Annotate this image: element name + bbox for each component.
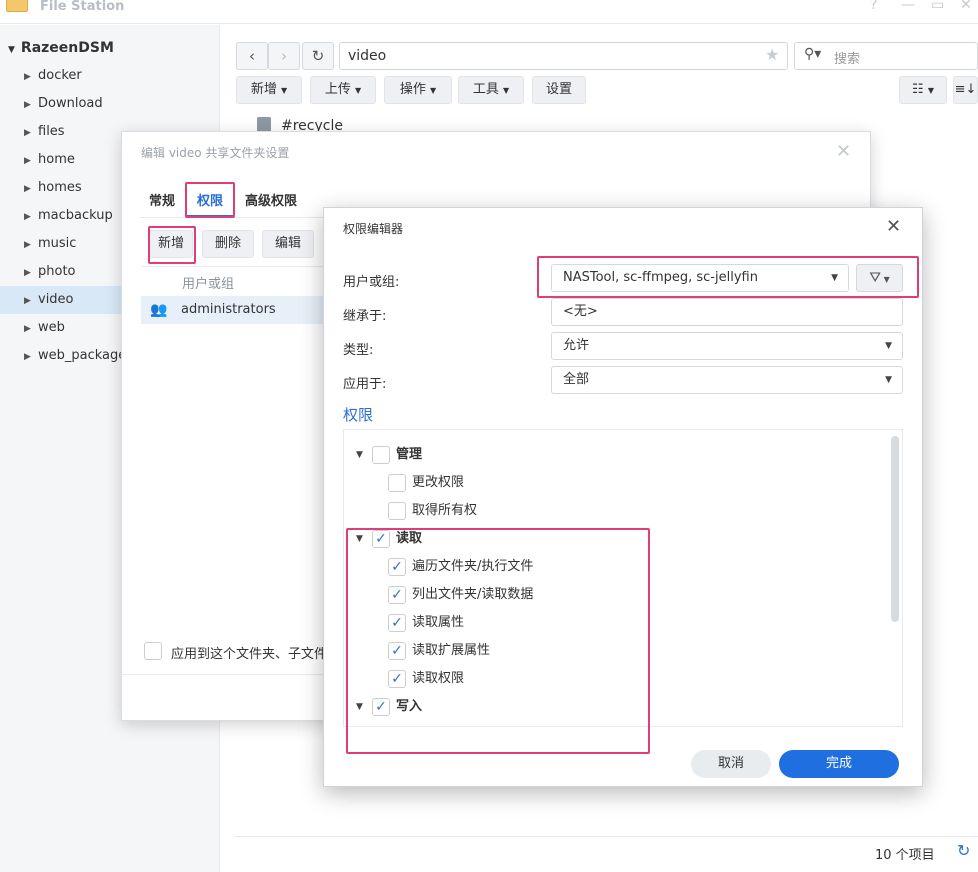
perm-item[interactable]: 更改权限 — [388, 473, 464, 493]
path-input[interactable]: video — [339, 42, 788, 70]
apply-to-label: 应用于: — [343, 377, 387, 392]
done-button[interactable]: 完成 — [779, 750, 899, 778]
close-icon[interactable]: ✕ — [836, 141, 851, 162]
app-title: File Station — [40, 0, 125, 14]
checkbox[interactable] — [372, 446, 390, 464]
star-icon[interactable]: ★ — [765, 45, 779, 64]
trash-icon — [257, 117, 271, 132]
search-input[interactable] — [794, 42, 978, 70]
dropdown-arrow-icon: ▼ — [281, 86, 288, 95]
perm-group-admin[interactable]: ▼ 管理 — [356, 445, 422, 465]
highlight-box — [185, 182, 235, 218]
caret-down-icon: ▼ — [8, 45, 15, 55]
forward-button[interactable]: › — [268, 42, 300, 70]
user-group-label: 用户或组: — [343, 275, 400, 290]
caret-right-icon: ▶ — [24, 100, 31, 110]
tab-advanced-permissions[interactable]: 高级权限 — [245, 190, 297, 209]
user-group-icon: 👥 — [150, 302, 168, 318]
caret-right-icon: ▶ — [24, 352, 31, 362]
caret-down-icon: ▼ — [356, 450, 363, 460]
action-button[interactable]: 操作 ▼ — [384, 76, 452, 104]
caret-right-icon: ▶ — [24, 296, 31, 306]
type-select[interactable]: 允许 ▼ — [551, 332, 903, 360]
dropdown-arrow-icon: ▼ — [885, 341, 892, 351]
dropdown-arrow-icon: ▼ — [503, 86, 510, 95]
column-header-user-group: 用户或组 — [182, 277, 235, 292]
caret-right-icon: ▶ — [24, 268, 31, 278]
view-mode-button[interactable]: ☷ ▼ — [899, 76, 947, 104]
caret-right-icon: ▶ — [24, 156, 31, 166]
dialog-title: 编辑 video 共享文件夹设置 — [141, 146, 290, 160]
caret-right-icon: ▶ — [24, 324, 31, 334]
caret-right-icon: ▶ — [24, 184, 31, 194]
sort-button[interactable]: ≡↓ — [953, 76, 978, 104]
dropdown-arrow-icon: ▼ — [355, 86, 362, 95]
maximize-icon[interactable]: ▭ — [931, 0, 944, 12]
permissions-heading: 权限 — [343, 406, 374, 424]
tab-general[interactable]: 常规 — [149, 190, 175, 209]
sidebar-item-download[interactable]: ▶ Download — [0, 90, 219, 118]
inherit-label: 继承于: — [343, 309, 387, 324]
new-button[interactable]: 新增 ▼ — [236, 76, 302, 104]
caret-right-icon: ▶ — [24, 240, 31, 250]
dropdown-arrow-icon: ▼ — [885, 375, 892, 385]
upload-button[interactable]: 上传 ▼ — [310, 76, 376, 104]
search-icon[interactable]: ⚲▾ — [804, 46, 821, 62]
list-view-icon: ☷ — [912, 82, 924, 97]
caret-right-icon: ▶ — [24, 212, 31, 222]
minimize-icon[interactable]: — — [901, 0, 915, 12]
cancel-button[interactable]: 取消 — [691, 750, 771, 778]
apply-to-select[interactable]: 全部 ▼ — [551, 366, 903, 394]
type-label: 类型: — [343, 343, 374, 358]
checkbox[interactable] — [388, 502, 406, 520]
sidebar-item-docker[interactable]: ▶ docker — [0, 62, 219, 90]
folder-icon — [6, 0, 28, 12]
apply-subfolders-label: 应用到这个文件夹、子文件 — [171, 647, 323, 662]
settings-button[interactable]: 设置 — [532, 76, 586, 104]
scrollbar[interactable] — [891, 436, 899, 622]
column-divider — [141, 266, 331, 267]
back-button[interactable]: ‹ — [236, 42, 268, 70]
user-group-name: administrators — [181, 302, 276, 317]
inherit-field: <无> — [551, 298, 903, 326]
statusbar-divider — [234, 836, 978, 837]
highlight-box — [346, 528, 650, 754]
edit-button[interactable]: 编辑 — [262, 230, 314, 258]
tools-button[interactable]: 工具 ▼ — [458, 76, 524, 104]
highlight-box — [148, 226, 196, 264]
perm-item[interactable]: 取得所有权 — [388, 501, 477, 521]
close-icon[interactable]: ✕ — [960, 0, 972, 12]
close-icon[interactable]: ✕ — [886, 216, 901, 237]
highlight-box — [537, 256, 919, 298]
title-bar — [0, 0, 978, 24]
delete-button[interactable]: 删除 — [202, 230, 254, 258]
refresh-button[interactable]: ↻ — [302, 42, 334, 70]
caret-right-icon: ▶ — [24, 128, 31, 138]
refresh-icon[interactable]: ↻ — [957, 841, 970, 860]
dropdown-arrow-icon: ▼ — [430, 86, 437, 95]
sidebar-root[interactable]: ▼ RazeenDSM — [8, 40, 114, 56]
dropdown-arrow-icon: ▼ — [927, 86, 934, 95]
caret-right-icon: ▶ — [24, 72, 31, 82]
apply-subfolders-checkbox[interactable] — [144, 642, 162, 660]
dialog-title: 权限编辑器 — [343, 222, 404, 236]
item-count: 10 个项目 — [875, 848, 935, 863]
help-icon[interactable]: ? — [870, 0, 877, 12]
search-placeholder: 搜索 — [834, 52, 861, 67]
checkbox[interactable] — [388, 474, 406, 492]
